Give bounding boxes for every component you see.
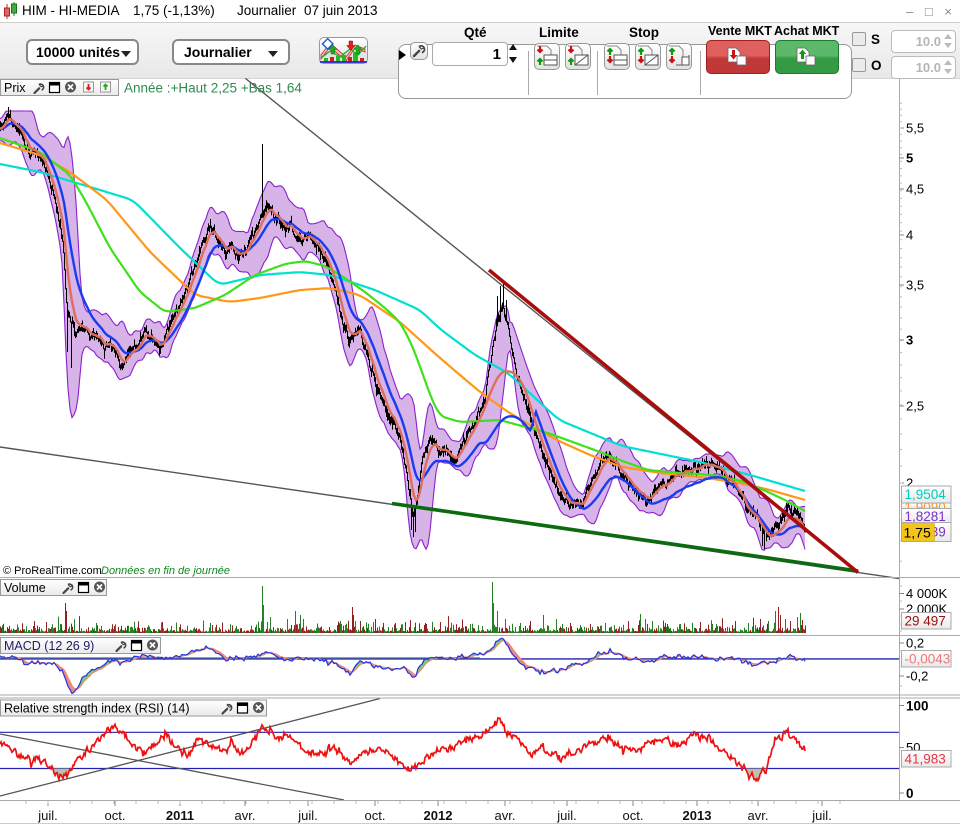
svg-text:avr.: avr. bbox=[235, 808, 256, 823]
svg-text:3,5: 3,5 bbox=[906, 278, 924, 293]
svg-text:Volume: Volume bbox=[4, 581, 46, 595]
svg-text:oct.: oct. bbox=[105, 808, 126, 823]
svg-text:1,9504: 1,9504 bbox=[905, 487, 947, 502]
svg-text:2,5: 2,5 bbox=[906, 399, 924, 414]
svg-text:juil.: juil. bbox=[811, 808, 832, 823]
svg-text:5,5: 5,5 bbox=[906, 121, 924, 136]
svg-text:Relative strength index (RSI): Relative strength index (RSI) (14) bbox=[4, 702, 190, 716]
svg-text:Année :+Haut 2,25 +Bas 1,64: Année :+Haut 2,25 +Bas 1,64 bbox=[124, 81, 302, 96]
svg-text:juil.: juil. bbox=[37, 808, 58, 823]
svg-text:2013: 2013 bbox=[683, 808, 712, 823]
svg-text:juil.: juil. bbox=[297, 808, 318, 823]
svg-text:0: 0 bbox=[906, 786, 914, 801]
svg-text:4: 4 bbox=[906, 228, 913, 243]
svg-text:Prix: Prix bbox=[4, 81, 26, 95]
svg-text:oct.: oct. bbox=[365, 808, 386, 823]
svg-text:5: 5 bbox=[906, 151, 913, 166]
svg-text:4 000K: 4 000K bbox=[906, 586, 948, 601]
svg-text:1,8281: 1,8281 bbox=[905, 509, 946, 524]
svg-text:avr.: avr. bbox=[748, 808, 769, 823]
svg-text:2012: 2012 bbox=[424, 808, 453, 823]
svg-text:29 497: 29 497 bbox=[905, 613, 946, 628]
svg-text:4,5: 4,5 bbox=[906, 182, 924, 197]
svg-text:oct.: oct. bbox=[623, 808, 644, 823]
svg-text:avr.: avr. bbox=[495, 808, 516, 823]
svg-text:-0,2: -0,2 bbox=[906, 669, 928, 684]
svg-text:MACD (12 26 9): MACD (12 26 9) bbox=[4, 639, 94, 653]
svg-text:Données en fin de journée: Données en fin de journée bbox=[101, 565, 230, 577]
svg-text:2011: 2011 bbox=[166, 808, 194, 823]
svg-text:1,75: 1,75 bbox=[904, 525, 931, 541]
svg-text:3: 3 bbox=[906, 333, 913, 348]
svg-text:© ProRealTime.com: © ProRealTime.com bbox=[3, 565, 102, 577]
svg-text:0,2: 0,2 bbox=[906, 636, 924, 651]
svg-text:juil.: juil. bbox=[556, 808, 577, 823]
svg-text:100: 100 bbox=[906, 699, 929, 714]
svg-text:-0,0043: -0,0043 bbox=[905, 651, 951, 666]
svg-text:41,983: 41,983 bbox=[905, 751, 946, 766]
